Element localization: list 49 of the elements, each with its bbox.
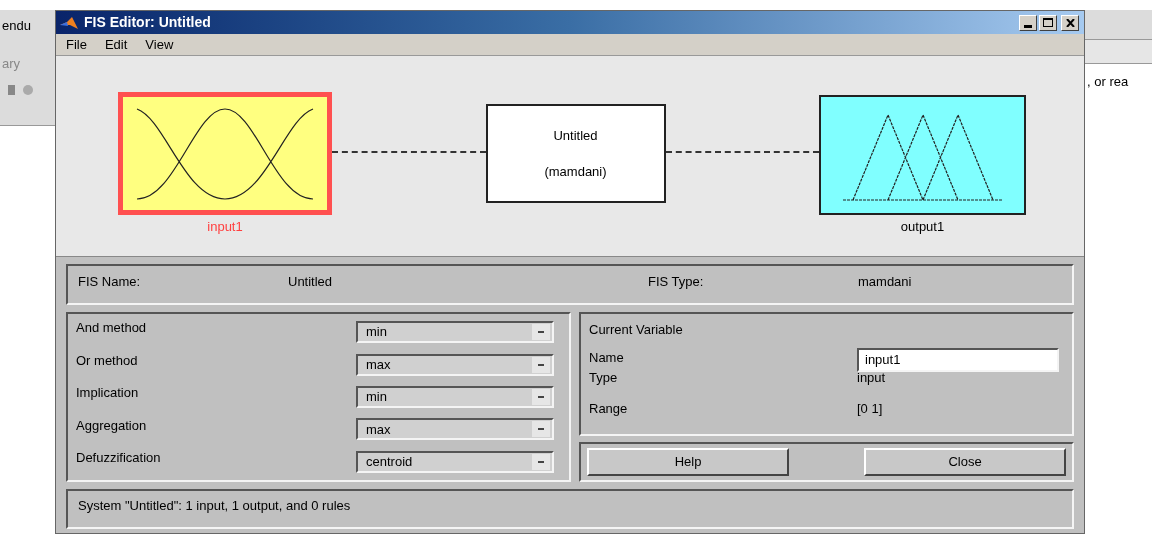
background-text: endu bbox=[1, 17, 32, 35]
caret-icon bbox=[532, 453, 550, 470]
range-label: Range bbox=[589, 400, 629, 418]
method-label: Aggregation bbox=[76, 416, 148, 435]
fis-type-value: mamdani bbox=[858, 273, 912, 291]
fis-name-label: FIS Name: bbox=[78, 273, 142, 291]
system-box[interactable]: Untitled (mamdani) bbox=[485, 104, 666, 203]
method-label: And method bbox=[76, 319, 148, 338]
minimize-icon bbox=[1024, 24, 1032, 28]
method-dropdown[interactable]: max bbox=[356, 418, 554, 441]
app-logo-icon bbox=[59, 15, 79, 30]
caret-icon bbox=[532, 324, 550, 341]
panel-title: Current Variable bbox=[589, 321, 684, 339]
caret-icon bbox=[532, 421, 550, 438]
maximize-icon bbox=[1043, 18, 1053, 27]
dialog-button[interactable]: Help bbox=[587, 448, 789, 476]
method-label: Implication bbox=[76, 384, 140, 403]
menu-item[interactable]: File bbox=[66, 34, 87, 55]
menu-item[interactable]: View bbox=[145, 34, 174, 55]
type-label: Type bbox=[589, 368, 619, 387]
close-button[interactable] bbox=[1061, 14, 1079, 31]
status-text: System "Untitled": 1 input, 1 output, and 0 rules bbox=[78, 498, 351, 513]
variable-label: input1 bbox=[207, 218, 243, 236]
method-dropdown[interactable]: min bbox=[356, 385, 554, 408]
name-label: Name bbox=[589, 348, 625, 367]
name-field[interactable]: input1 bbox=[857, 347, 1059, 372]
method-dropdown[interactable]: min bbox=[356, 321, 554, 344]
method-dropdown[interactable]: max bbox=[356, 353, 554, 376]
system-name: Untitled bbox=[553, 127, 598, 145]
fis-name-value: Untitled bbox=[288, 273, 334, 291]
range-value: [0 1] bbox=[857, 400, 883, 418]
background-text: ary bbox=[1, 54, 22, 73]
caret-icon bbox=[532, 356, 550, 373]
toolbar-icon[interactable] bbox=[6, 83, 36, 97]
maximize-button[interactable] bbox=[1039, 14, 1057, 31]
variable-label: output1 bbox=[900, 218, 945, 236]
variable-box[interactable] bbox=[819, 95, 1026, 215]
method-label: Defuzzification bbox=[76, 449, 162, 467]
background-text: , or rea bbox=[1086, 73, 1130, 91]
window-title: FIS Editor: Untitled bbox=[84, 13, 211, 32]
menu-item[interactable]: Edit bbox=[104, 34, 128, 55]
method-label: Or method bbox=[76, 351, 139, 370]
dialog-button[interactable]: Close bbox=[864, 448, 1066, 476]
fis-type-label: FIS Type: bbox=[648, 273, 705, 291]
method-dropdown[interactable]: centroid bbox=[356, 450, 554, 473]
close-icon bbox=[1065, 18, 1075, 27]
caret-icon bbox=[532, 388, 550, 405]
minimize-button[interactable] bbox=[1019, 14, 1037, 31]
system-type: (mamdani) bbox=[544, 162, 607, 181]
